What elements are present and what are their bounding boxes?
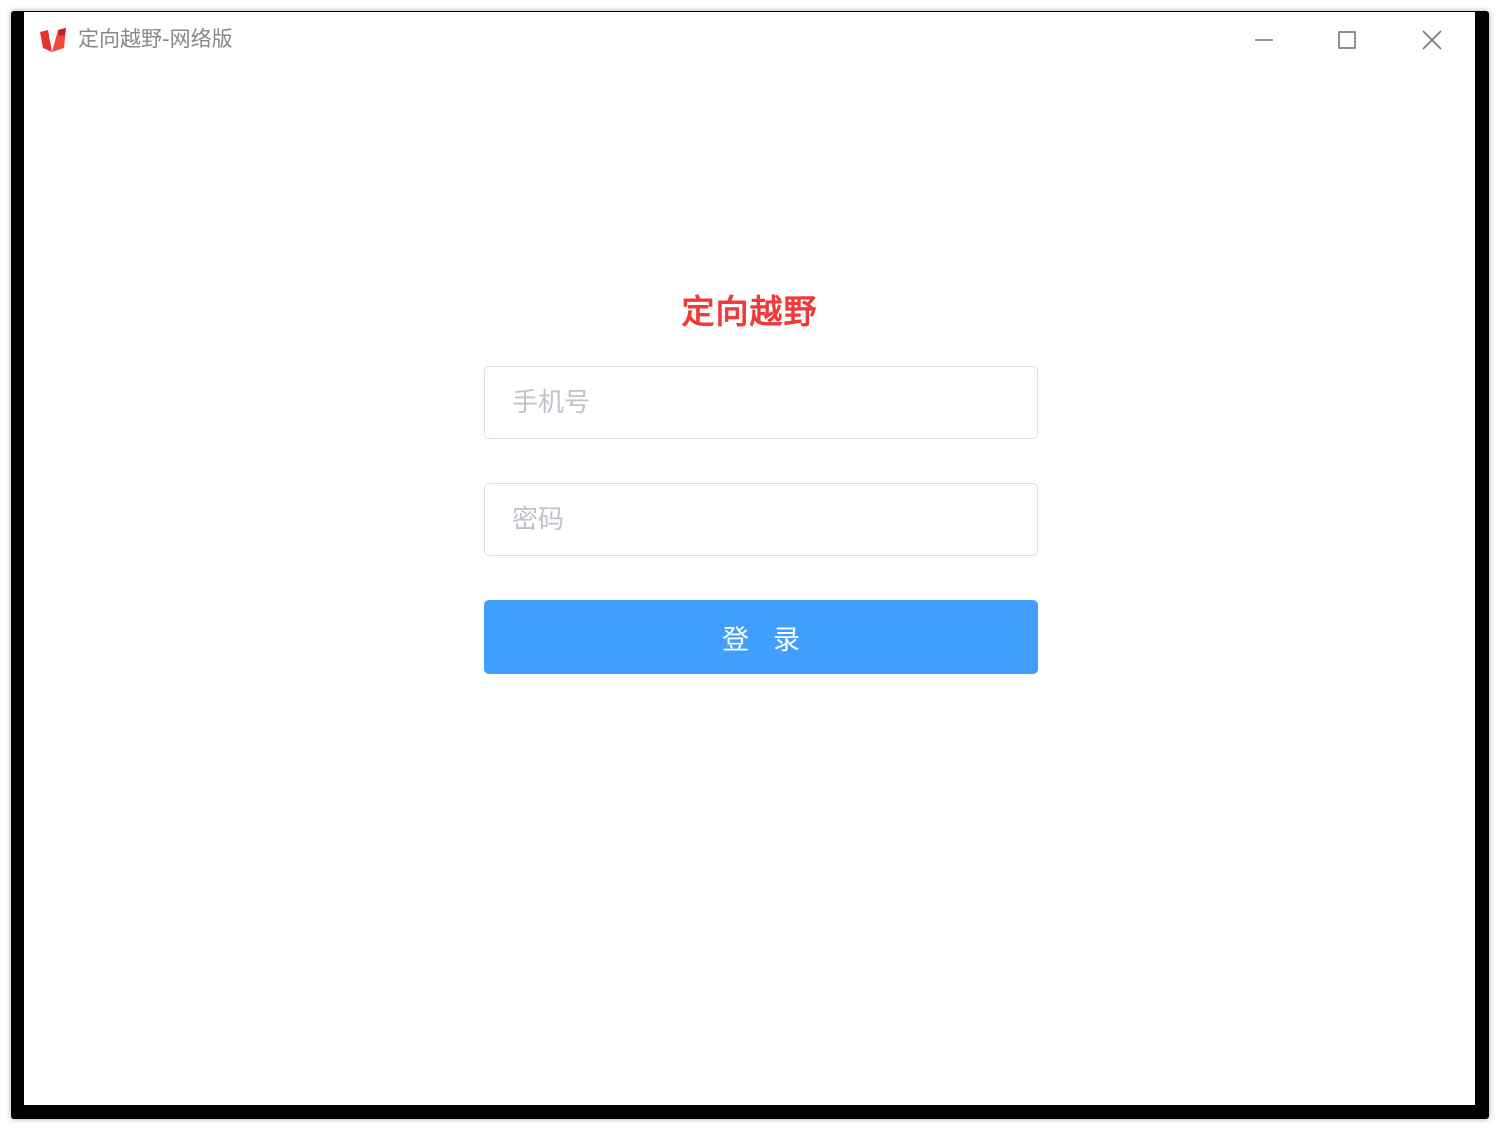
close-icon [1422,30,1442,50]
close-button[interactable] [1415,23,1449,57]
maximize-button[interactable] [1330,23,1364,57]
phone-input[interactable] [485,367,1037,438]
login-button[interactable]: 登录 [484,600,1038,674]
minimize-button[interactable] [1247,23,1281,57]
app-window: 定向越野-网络版 定向越野 手机号 登录 [24,12,1475,1105]
minimize-icon [1255,39,1273,41]
password-field[interactable] [484,483,1038,556]
password-input[interactable] [485,484,1037,555]
maximize-icon [1338,31,1356,49]
app-logo-icon [38,26,68,54]
window-title: 定向越野-网络版 [78,27,233,51]
window-frame: 定向越野-网络版 定向越野 手机号 登录 [11,11,1489,1119]
login-title: 定向越野 [681,292,818,331]
phone-field[interactable] [484,366,1038,439]
title-bar[interactable]: 定向越野-网络版 [24,12,1475,68]
